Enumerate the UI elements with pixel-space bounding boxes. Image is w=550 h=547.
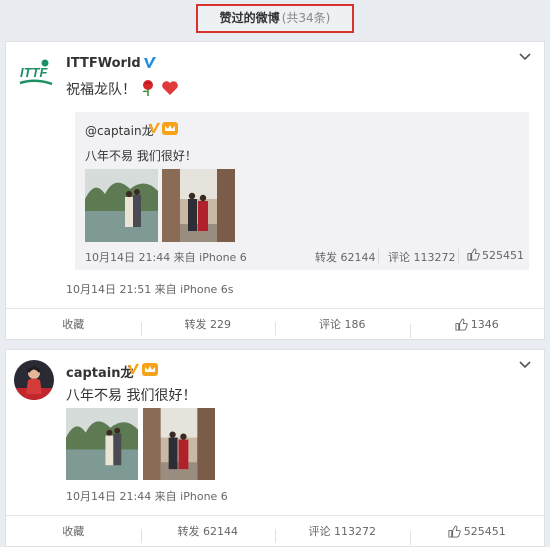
like-count: 1346 (470, 317, 499, 331)
like-button[interactable]: 525451 (409, 524, 545, 545)
feed-card-captain: captain龙 八年不易 我们很好！ 10月14日 21:44 来自 iPho… (5, 349, 545, 547)
captain-avatar-photo (14, 360, 54, 400)
post-action-bar: 收藏 转发 62144 评论 113272 525451 (6, 515, 544, 546)
photo-couple-riverside (66, 408, 138, 480)
quoted-repost-count[interactable]: 转发 62144 (315, 249, 376, 265)
like-count: 525451 (463, 524, 506, 538)
feed-card-ittf: ITTF ITTFWorld 祝福龙队！ @captain龙 八年不易 我们很好… (5, 41, 545, 340)
verified-v-icon (144, 57, 156, 68)
quoted-text: 八年不易 我们很好！ (85, 149, 197, 163)
thumb-up-icon[interactable] (467, 248, 480, 261)
quoted-post-time[interactable]: 10月14日 21:44 来自 iPhone 6 (85, 249, 247, 265)
photo-couple-street (143, 408, 215, 480)
post-time[interactable]: 10月14日 21:44 来自 iPhone 6 (66, 488, 228, 504)
repost-button[interactable]: 转发 229 (140, 316, 276, 336)
avatar[interactable]: ITTF (16, 54, 56, 94)
liked-posts-count: (共34条) (281, 10, 331, 25)
quoted-comment-count[interactable]: 评论 113272 (388, 249, 456, 265)
like-button[interactable]: 1346 (409, 317, 545, 338)
post-action-bar: 收藏 转发 229 评论 186 1346 (6, 308, 544, 339)
liked-posts-title: 赞过的微博 (219, 10, 280, 25)
comment-button[interactable]: 评论 186 (275, 316, 410, 336)
svg-text:ITTF: ITTF (20, 65, 48, 80)
vip-crown-icon (142, 363, 158, 376)
post-photo-1[interactable] (66, 408, 138, 480)
vip-crown-icon (162, 122, 178, 135)
post-author-name[interactable]: ITTFWorld (66, 56, 141, 71)
quoted-like-count[interactable]: 525451 (482, 249, 524, 262)
favorite-button[interactable]: 收藏 (6, 316, 141, 332)
thumb-up-icon (455, 317, 468, 331)
favorite-label: 收藏 (62, 318, 85, 331)
repost-button[interactable]: 转发 62144 (140, 523, 276, 543)
post-time[interactable]: 10月14日 21:51 来自 iPhone 6s (66, 281, 234, 297)
liked-posts-highlight-box[interactable]: 赞过的微博 (共34条) (195, 3, 355, 33)
favorite-button[interactable]: 收藏 (6, 523, 141, 539)
rose-emoji-icon (143, 80, 154, 96)
photo-couple-street (162, 169, 235, 242)
repost-label: 转发 62144 (177, 525, 239, 538)
thumb-up-icon (448, 524, 461, 538)
ittf-logo-icon: ITTF (16, 54, 56, 94)
post-author-name[interactable]: captain龙 (66, 362, 133, 381)
verified-v-icon (127, 363, 140, 375)
comment-button[interactable]: 评论 113272 (275, 523, 410, 543)
post-body: 祝福龙队！ (66, 79, 179, 99)
quoted-post[interactable]: @captain龙 八年不易 我们很好！ 10月14日 21:44 来自 iPh… (75, 112, 529, 270)
post-text: 八年不易 我们很好！ (66, 388, 197, 404)
quoted-author-name[interactable]: @captain龙 (85, 122, 154, 139)
repost-label: 转发 229 (184, 318, 232, 331)
chevron-down-icon[interactable] (518, 358, 532, 372)
comment-label: 评论 113272 (308, 525, 377, 538)
comment-label: 评论 186 (319, 318, 366, 331)
heart-emoji-icon (162, 81, 178, 95)
avatar[interactable] (14, 360, 54, 400)
quoted-photo-2[interactable] (162, 169, 235, 242)
photo-couple-riverside (85, 169, 158, 242)
quoted-photo-1[interactable] (85, 169, 158, 242)
post-text: 祝福龙队！ (66, 82, 136, 98)
favorite-label: 收藏 (62, 525, 85, 538)
post-photo-2[interactable] (143, 408, 215, 480)
verified-v-icon (148, 122, 161, 134)
liked-posts-header: 赞过的微博 (共34条) (0, 0, 550, 36)
chevron-down-icon[interactable] (518, 50, 532, 64)
